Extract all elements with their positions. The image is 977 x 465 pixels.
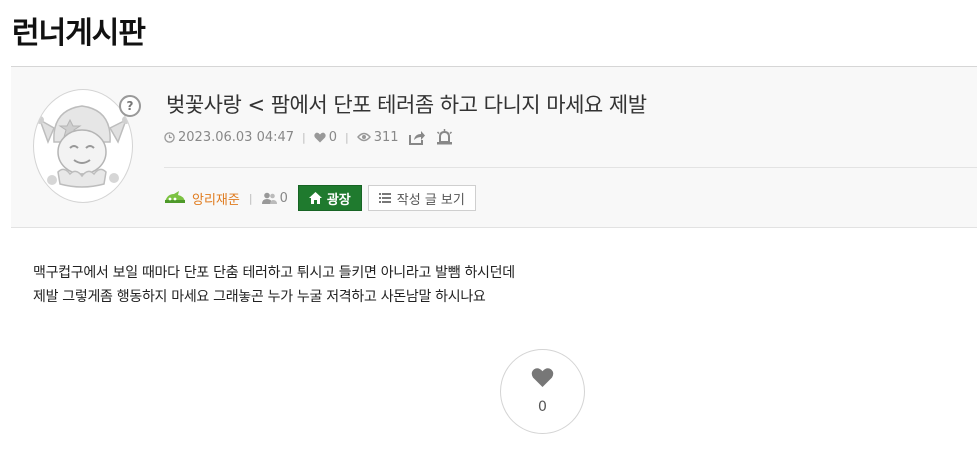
post-title: 벚꽃사랑 < 팜에서 단포 테러좀 하고 다니지 마세요 제발 [166,93,647,117]
header-divider [164,167,977,168]
post-body: 맥구컵구에서 보일 때마다 단포 단춤 테러하고 튀시고 들키면 아니라고 발뺌… [33,261,515,309]
author-name[interactable]: 앙리재준 [192,189,240,208]
post-meta: 2023.06.03 04:47 | 0 | 311 [164,129,453,145]
avatar[interactable] [33,89,133,203]
square-button-label: 광장 [326,192,351,208]
like-button[interactable]: 0 [500,349,585,434]
post-body-line: 맥구컵구에서 보일 때마다 단포 단춤 테러하고 튀시고 들키면 아니라고 발뺌… [33,265,515,281]
list-icon [378,193,391,203]
eye-icon [356,132,371,142]
square-button[interactable]: 광장 [297,185,362,211]
clock-icon [164,131,175,143]
share-icon[interactable] [408,130,426,145]
level-badge-icon [164,189,186,208]
siren-icon[interactable] [436,129,453,145]
meta-separator: | [345,130,349,144]
board-title: 런너게시판 [12,16,146,51]
friends-count-value: 0 [279,190,288,206]
author-separator: | [248,191,253,205]
heart-icon [314,132,326,143]
like-count: 0 [538,399,547,415]
home-icon [308,192,322,204]
friends-icon [261,192,277,204]
view-posts-label: 작성 글 보기 [396,192,465,208]
jester-avatar-icon [36,105,130,188]
author-row: 앙리재준 | 0 광장 작성 글 보기 [164,185,476,211]
friends-count: 0 [261,190,288,206]
post-datetime: 2023.06.03 04:47 [178,129,295,145]
post-like-count: 0 [328,129,338,145]
avatar-area: ? [33,89,141,203]
post-header: ? 벚꽃사랑 < 팜에서 단포 테러좀 하고 다니지 마세요 제발 2023.0… [11,66,977,228]
post-body-line: 제발 그렇게좀 행동하지 마세요 그래놓곤 누가 누굴 저격하고 사돈남말 하시… [33,289,486,305]
post-view-count: 311 [373,129,399,145]
view-posts-button[interactable]: 작성 글 보기 [367,185,476,211]
help-icon[interactable]: ? [119,95,141,117]
meta-separator: | [302,130,306,144]
heart-icon [531,367,554,391]
